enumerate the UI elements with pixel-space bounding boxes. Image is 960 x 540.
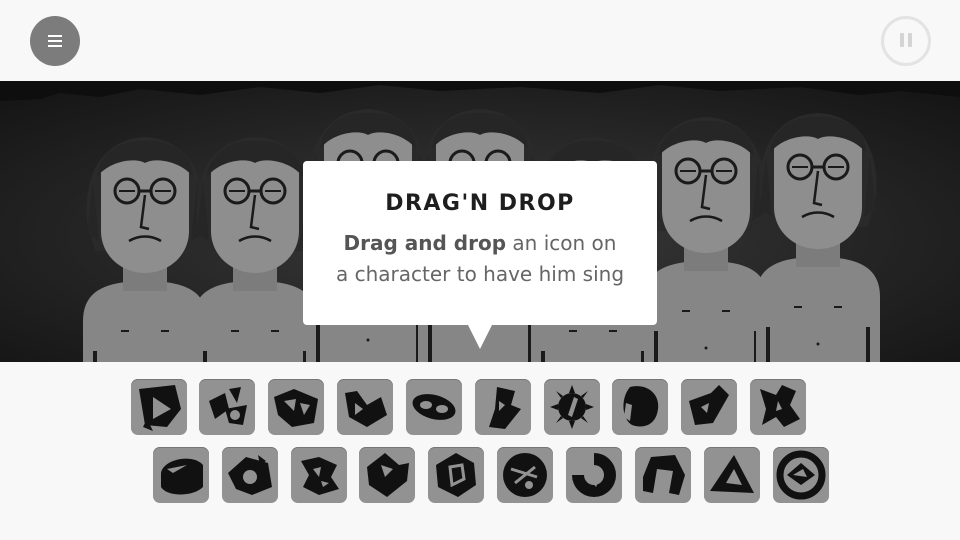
sound-icon-2[interactable] [199,379,255,435]
sound-icon-3[interactable] [268,379,324,435]
tooltip-body-line2: a character to have him sing [335,262,625,286]
sound-icon-4[interactable] [337,379,393,435]
sound-icon-6[interactable] [475,379,531,435]
pause-button[interactable] [881,16,931,66]
sound-icon-12[interactable] [222,447,278,503]
sound-icon-16[interactable] [497,447,553,503]
tooltip-title: DRAG'N DROP [385,191,575,216]
sound-icon-15[interactable] [428,447,484,503]
pause-icon [898,32,914,51]
sound-icon-20[interactable] [773,447,829,503]
tooltip-body-strong: Drag and drop [343,231,507,255]
top-bar [0,0,960,81]
sound-icon-14[interactable] [359,447,415,503]
sound-icon-13[interactable] [291,447,347,503]
sound-icon-10[interactable] [750,379,806,435]
sound-icon-7[interactable] [544,379,600,435]
sound-icon-19[interactable] [704,447,760,503]
sound-icon-17[interactable] [566,447,622,503]
drag-drop-tooltip: DRAG'N DROP Drag and drop an icon on a c… [303,161,657,349]
tooltip-body: Drag and drop an icon on a character to … [303,228,657,290]
sound-icon-18[interactable] [635,447,691,503]
sound-icon-9[interactable] [681,379,737,435]
icon-tray [0,362,960,540]
tooltip-body-rest: an icon on [506,231,617,255]
sound-icon-1[interactable] [131,379,187,435]
sound-icon-8[interactable] [612,379,668,435]
sound-icon-11[interactable] [153,447,209,503]
menu-button[interactable] [30,16,80,66]
menu-icon [48,35,62,47]
sound-icon-5[interactable] [406,379,462,435]
character-stage: DRAG'N DROP Drag and drop an icon on a c… [0,81,960,362]
